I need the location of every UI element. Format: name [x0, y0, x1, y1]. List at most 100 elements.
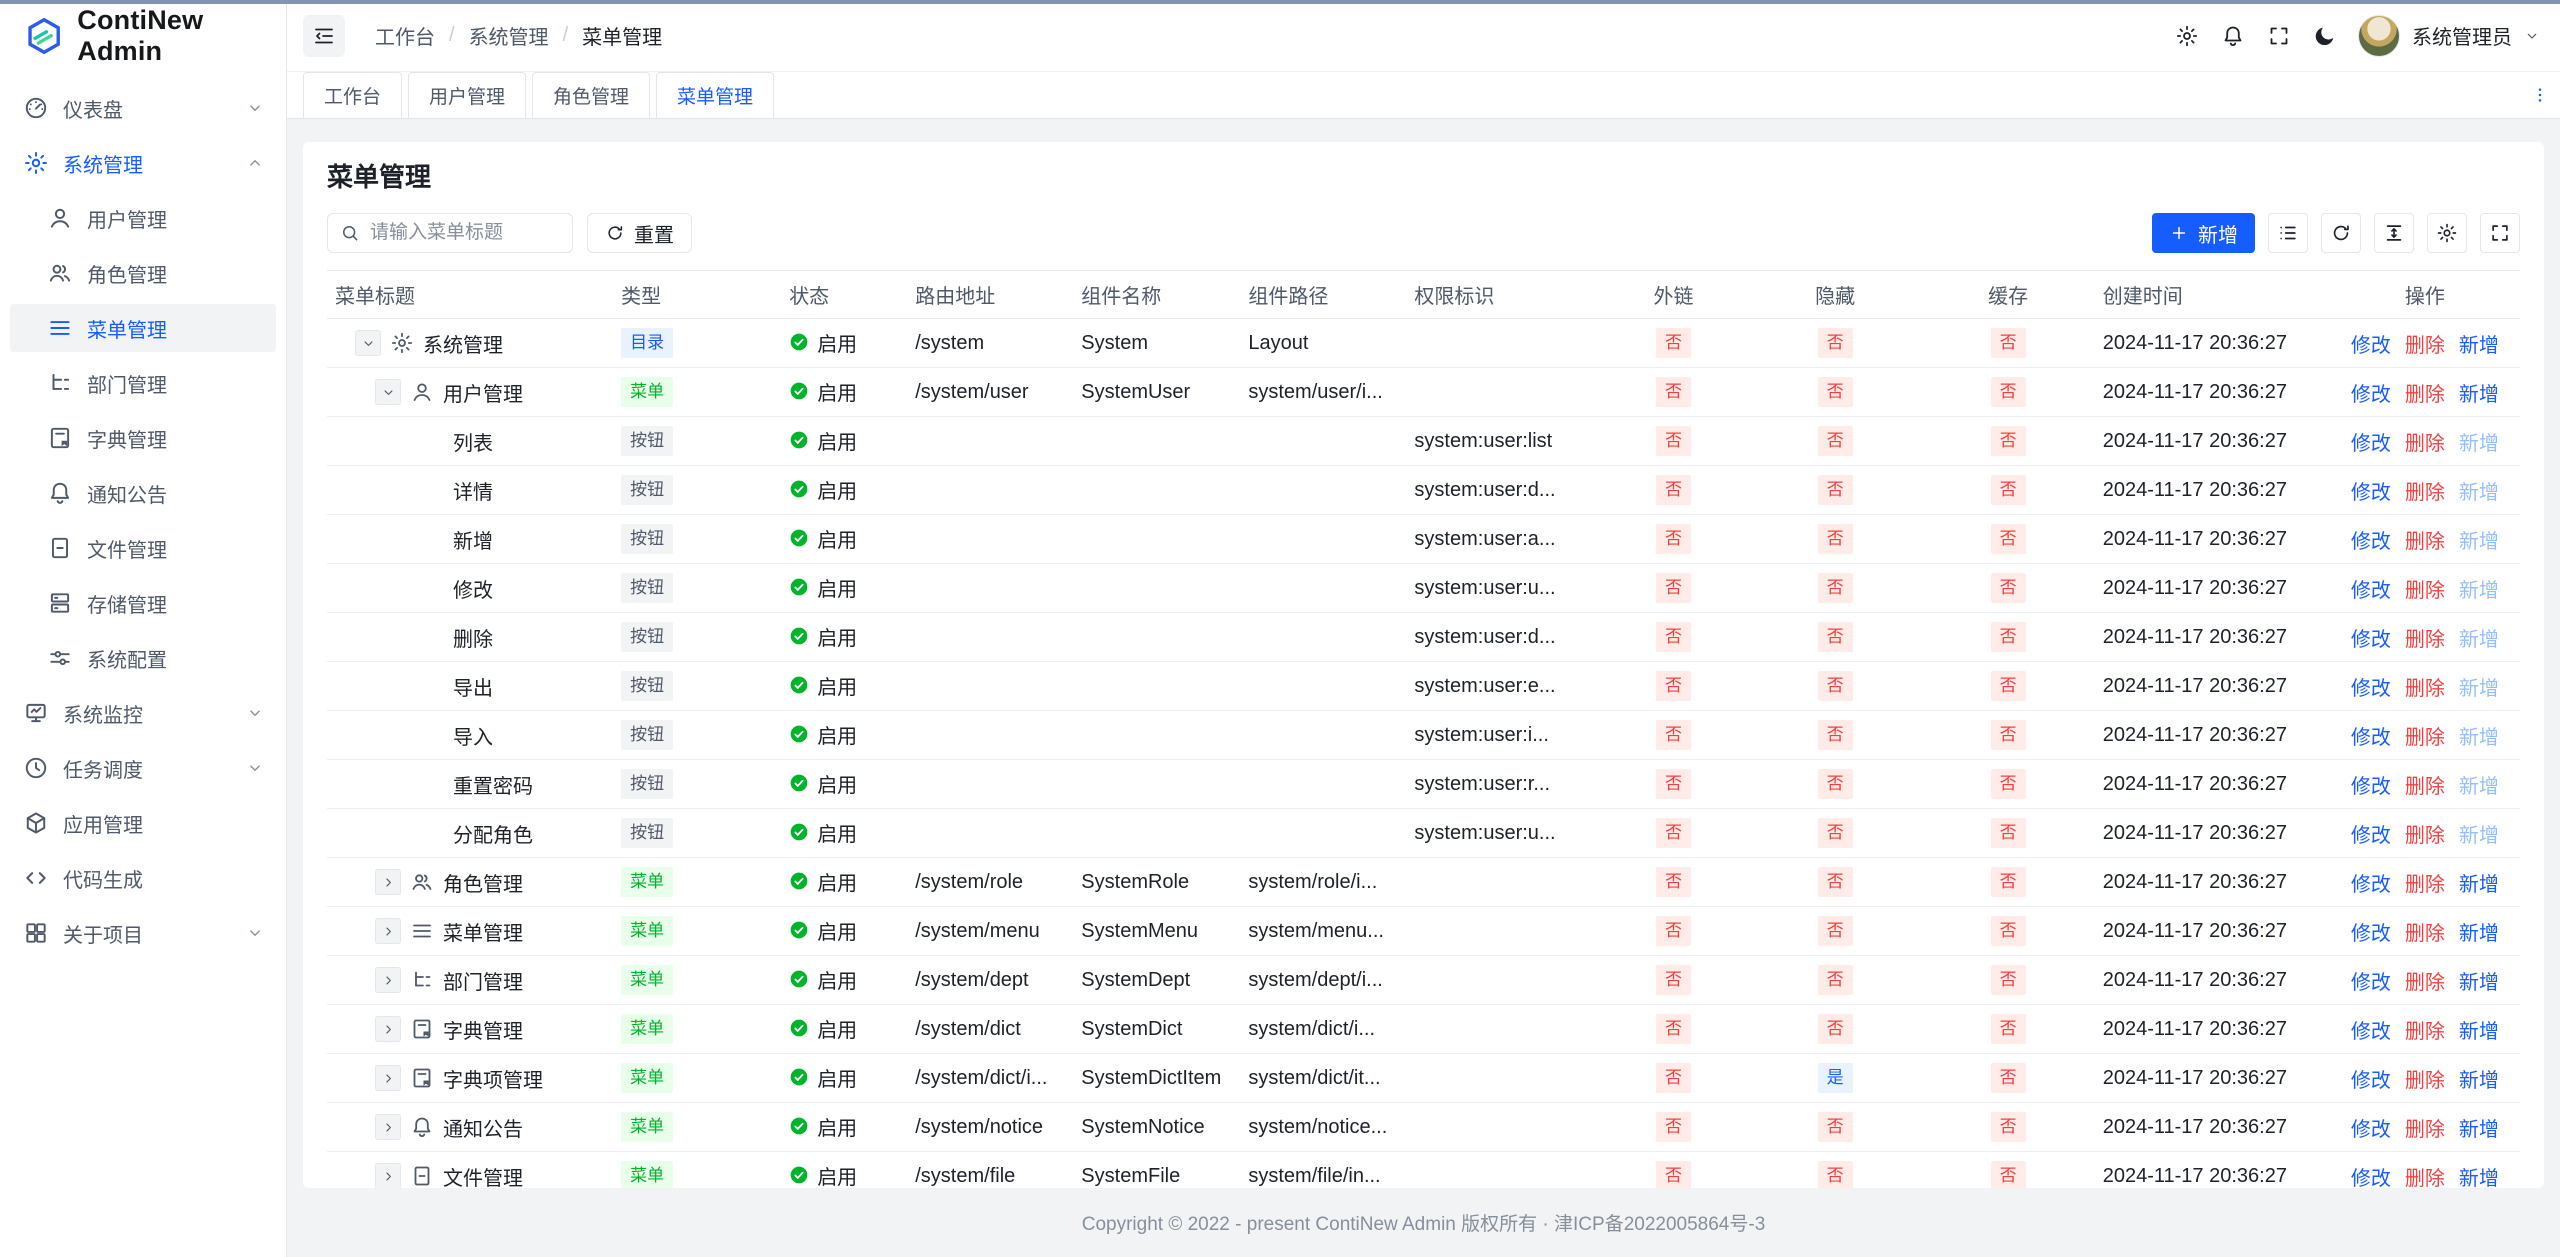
delete-link[interactable]: 删除	[2405, 1021, 2445, 1043]
edit-link[interactable]: 修改	[2351, 825, 2391, 847]
sidebar-item-dashboard[interactable]: 仪表盘	[10, 84, 276, 132]
sidebar-item-notice[interactable]: 通知公告	[10, 469, 276, 517]
sidebar-item-appmgr[interactable]: 应用管理	[10, 799, 276, 847]
sidebar-item-schedule[interactable]: 任务调度	[10, 744, 276, 792]
delete-link[interactable]: 删除	[2405, 923, 2445, 945]
sidebar-item-config[interactable]: 系统配置	[10, 634, 276, 682]
add-child-link[interactable]: 新增	[2459, 384, 2499, 406]
toolbar: 重置 新增	[327, 213, 2520, 253]
edit-link[interactable]: 修改	[2351, 1070, 2391, 1092]
sidebar-collapse-button[interactable]	[303, 15, 345, 57]
delete-link[interactable]: 删除	[2405, 384, 2445, 406]
add-child-link[interactable]: 新增	[2459, 1021, 2499, 1043]
collapse-row-button[interactable]	[375, 379, 401, 405]
table-fullscreen-button[interactable]	[2480, 213, 2520, 253]
delete-link[interactable]: 删除	[2405, 433, 2445, 455]
delete-link[interactable]: 删除	[2405, 727, 2445, 749]
sidebar-item-codegen[interactable]: 代码生成	[10, 854, 276, 902]
edit-link[interactable]: 修改	[2351, 923, 2391, 945]
add-child-link[interactable]: 新增	[2459, 1119, 2499, 1141]
search-input[interactable]	[370, 222, 560, 244]
edit-link[interactable]: 修改	[2351, 727, 2391, 749]
edit-link[interactable]: 修改	[2351, 1168, 2391, 1189]
edit-link[interactable]: 修改	[2351, 874, 2391, 896]
delete-link[interactable]: 删除	[2405, 335, 2445, 357]
user-menu[interactable]: 系统管理员	[2358, 15, 2540, 57]
expand-all-button[interactable]	[2268, 213, 2308, 253]
column-settings-button[interactable]	[2427, 213, 2467, 253]
edit-link[interactable]: 修改	[2351, 972, 2391, 994]
edit-link[interactable]: 修改	[2351, 335, 2391, 357]
edit-link[interactable]: 修改	[2351, 482, 2391, 504]
bool-badge: 否	[1991, 622, 2026, 651]
expand-row-button[interactable]	[375, 1016, 401, 1042]
fullscreen-button[interactable]	[2256, 13, 2302, 59]
edit-link[interactable]: 修改	[2351, 629, 2391, 651]
breadcrumb-item-system[interactable]: 系统管理	[469, 21, 549, 50]
reset-button[interactable]: 重置	[587, 213, 692, 253]
tab-options-button[interactable]	[2520, 72, 2560, 118]
collapse-row-button[interactable]	[355, 330, 381, 356]
sidebar-item-user[interactable]: 用户管理	[10, 194, 276, 242]
table-refresh-button[interactable]	[2321, 213, 2361, 253]
sidebar-item-system[interactable]: 系统管理	[10, 139, 276, 187]
notifications-button[interactable]	[2210, 13, 2256, 59]
delete-link[interactable]: 删除	[2405, 580, 2445, 602]
row-height-button[interactable]	[2374, 213, 2414, 253]
expand-row-button[interactable]	[375, 918, 401, 944]
delete-link[interactable]: 删除	[2405, 874, 2445, 896]
delete-link[interactable]: 删除	[2405, 531, 2445, 553]
expand-row-button[interactable]	[375, 1114, 401, 1140]
add-child-link[interactable]: 新增	[2459, 874, 2499, 896]
route-path: /system/dict	[907, 1005, 1073, 1054]
sidebar-item-dept[interactable]: 部门管理	[10, 359, 276, 407]
delete-link[interactable]: 删除	[2405, 825, 2445, 847]
chevron-down-icon	[2524, 28, 2540, 44]
expand-row-button[interactable]	[375, 869, 401, 895]
tab-menu[interactable]: 菜单管理	[656, 72, 774, 118]
sidebar-item-about[interactable]: 关于项目	[10, 909, 276, 957]
delete-link[interactable]: 删除	[2405, 629, 2445, 651]
tab-role[interactable]: 角色管理	[532, 72, 650, 118]
expand-row-button[interactable]	[375, 1065, 401, 1091]
sidebar-item-file[interactable]: 文件管理	[10, 524, 276, 572]
sidebar-item-dict[interactable]: 字典管理	[10, 414, 276, 462]
edit-link[interactable]: 修改	[2351, 678, 2391, 700]
sidebar-item-monitor[interactable]: 系统监控	[10, 689, 276, 737]
delete-link[interactable]: 删除	[2405, 1168, 2445, 1189]
edit-link[interactable]: 修改	[2351, 531, 2391, 553]
delete-link[interactable]: 删除	[2405, 678, 2445, 700]
expand-row-button[interactable]	[375, 967, 401, 993]
tab-user[interactable]: 用户管理	[408, 72, 526, 118]
breadcrumb-item-workbench[interactable]: 工作台	[375, 21, 435, 50]
delete-link[interactable]: 删除	[2405, 482, 2445, 504]
sidebar-item-role[interactable]: 角色管理	[10, 249, 276, 297]
tab-workbench[interactable]: 工作台	[303, 72, 402, 118]
edit-link[interactable]: 修改	[2351, 384, 2391, 406]
monitor-icon	[23, 700, 49, 726]
edit-link[interactable]: 修改	[2351, 776, 2391, 798]
settings-button[interactable]	[2164, 13, 2210, 59]
expand-row-button[interactable]	[375, 1163, 401, 1188]
add-child-link[interactable]: 新增	[2459, 923, 2499, 945]
add-child-link[interactable]: 新增	[2459, 1168, 2499, 1189]
edit-link[interactable]: 修改	[2351, 433, 2391, 455]
add-child-link[interactable]: 新增	[2459, 335, 2499, 357]
add-child-link[interactable]: 新增	[2459, 972, 2499, 994]
sidebar-item-menu[interactable]: 菜单管理	[10, 304, 276, 352]
app-logo[interactable]: ContiNew Admin	[0, 0, 286, 72]
route-path	[907, 515, 1073, 564]
delete-link[interactable]: 删除	[2405, 776, 2445, 798]
add-child-link[interactable]: 新增	[2459, 1070, 2499, 1092]
add-button[interactable]: 新增	[2152, 213, 2255, 253]
delete-link[interactable]: 删除	[2405, 1119, 2445, 1141]
avatar[interactable]	[2358, 15, 2400, 57]
status-enabled: 启用	[789, 475, 857, 504]
edit-link[interactable]: 修改	[2351, 1119, 2391, 1141]
edit-link[interactable]: 修改	[2351, 1021, 2391, 1043]
dark-mode-button[interactable]	[2302, 13, 2348, 59]
sidebar-item-storage[interactable]: 存储管理	[10, 579, 276, 627]
edit-link[interactable]: 修改	[2351, 580, 2391, 602]
delete-link[interactable]: 删除	[2405, 1070, 2445, 1092]
delete-link[interactable]: 删除	[2405, 972, 2445, 994]
